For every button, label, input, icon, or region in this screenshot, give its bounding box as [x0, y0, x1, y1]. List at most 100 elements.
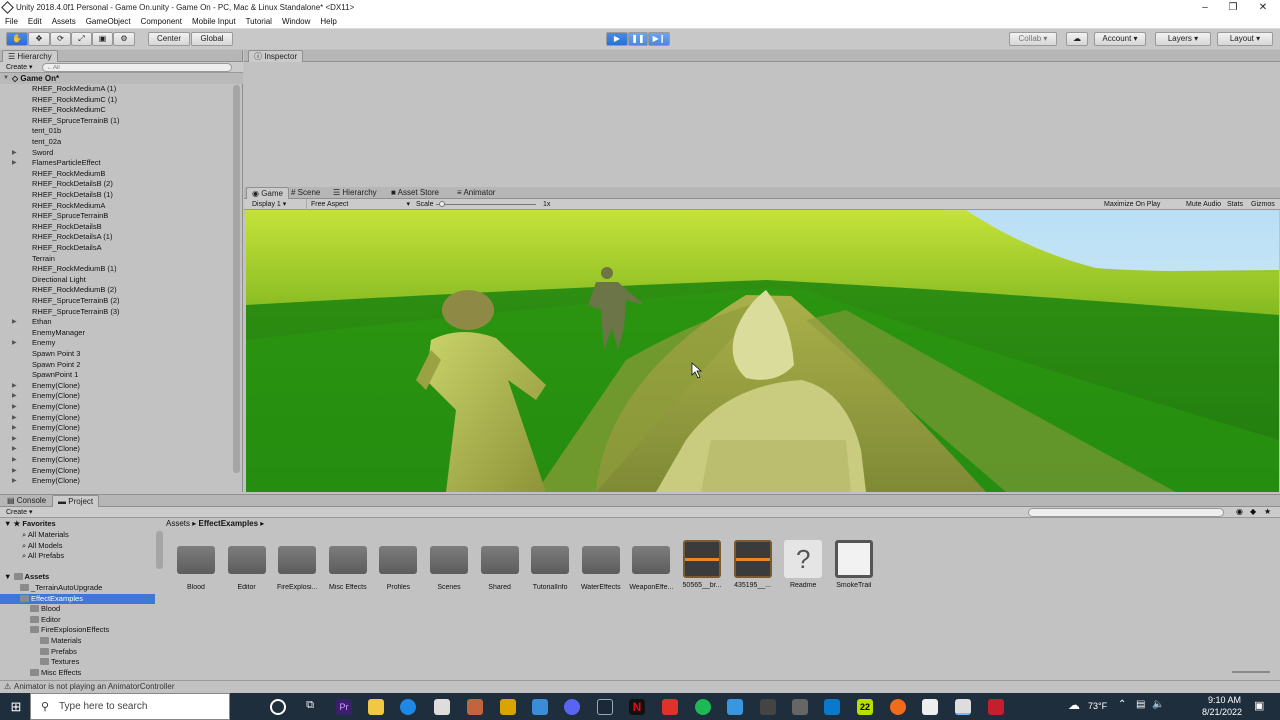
unity-taskbar-icon[interactable] [955, 699, 971, 715]
stats-toggle[interactable]: Stats [1227, 199, 1243, 210]
tree-folder-item[interactable]: Editor [30, 615, 61, 626]
tab-project[interactable]: ▬ Project [52, 495, 100, 507]
hierarchy-item[interactable]: Spawn Point 3 [0, 349, 230, 360]
expand-arrow-icon[interactable]: ▶ [12, 317, 17, 328]
tray-chevron-icon[interactable]: ⌃ [1118, 699, 1126, 710]
asset-item[interactable]: 435195__... [728, 540, 778, 589]
tab-game[interactable]: ◉ Game [246, 187, 289, 199]
scale-slider-thumb[interactable] [439, 201, 445, 207]
pdf-icon[interactable] [662, 699, 678, 715]
hierarchy-item[interactable]: RHEF_RockMediumC [0, 105, 230, 116]
expand-arrow-icon[interactable]: ▶ [12, 455, 17, 466]
expand-arrow-icon[interactable]: ▶ [12, 423, 17, 434]
app-22-icon[interactable]: 22 [857, 699, 873, 715]
hierarchy-item[interactable]: ▶ Enemy(Clone) [0, 391, 230, 402]
hierarchy-item[interactable]: RHEF_RockDetailsA (1) [0, 232, 230, 243]
photos-icon[interactable] [727, 699, 743, 715]
xbox-app-icon[interactable] [467, 699, 483, 715]
pivot-center-toggle[interactable]: Center [148, 32, 190, 46]
pivot-global-toggle[interactable]: Global [191, 32, 233, 46]
menu-gameobject[interactable]: GameObject [81, 15, 136, 28]
hierarchy-item[interactable]: ▶ Enemy(Clone) [0, 476, 230, 487]
hierarchy-item[interactable]: RHEF_RockMediumB (2) [0, 285, 230, 296]
hierarchy-item[interactable]: RHEF_RockMediumC (1) [0, 95, 230, 106]
expand-arrow-icon[interactable]: ▶ [12, 381, 17, 392]
aspect-dropdown[interactable]: Free Aspect ▾ [306, 199, 410, 210]
asset-item[interactable]: Scenes [424, 540, 474, 591]
hierarchy-item[interactable]: ▶ Enemy(Clone) [0, 413, 230, 424]
maximize-button[interactable]: ❐ [1218, 0, 1248, 15]
edge-icon[interactable] [400, 699, 416, 715]
unity-hub-icon[interactable] [792, 699, 808, 715]
project-create-button[interactable]: Create ▾ [6, 508, 32, 516]
menu-component[interactable]: Component [136, 15, 187, 28]
assets-collapse-icon[interactable]: ▼ [4, 572, 11, 581]
asset-item[interactable]: 50565__br... [677, 540, 727, 589]
hierarchy-item[interactable]: RHEF_SpruceTerrainB (2) [0, 296, 230, 307]
favorites-header[interactable]: ▼ ★ Favorites [4, 519, 56, 530]
menu-file[interactable]: File [0, 15, 23, 28]
cortana-icon[interactable] [270, 699, 286, 715]
hierarchy-item[interactable]: ▶ Enemy(Clone) [0, 402, 230, 413]
hierarchy-item[interactable]: EnemyManager [0, 328, 230, 339]
hierarchy-item[interactable]: RHEF_SpruceTerrainB (1) [0, 116, 230, 127]
roblox-icon[interactable] [922, 699, 938, 715]
netflix-icon[interactable]: N [629, 699, 645, 715]
volume-icon[interactable]: 🔈 [1152, 699, 1164, 710]
tab-console[interactable]: ▤ Console [2, 495, 51, 507]
tree-folder-item[interactable]: EffectExamples [0, 593, 155, 605]
mute-audio-toggle[interactable]: Mute Audio [1186, 199, 1221, 210]
icon-size-slider[interactable] [1232, 671, 1270, 673]
hierarchy-item[interactable]: tent_02a [0, 137, 230, 148]
scale-slider[interactable] [436, 204, 536, 205]
store-icon[interactable] [434, 699, 450, 715]
assets-header[interactable]: ▼ Assets [4, 572, 49, 583]
weather-icon[interactable]: ☁ [1068, 698, 1080, 712]
clock-time[interactable]: 9:10 AM [1208, 695, 1241, 705]
hierarchy-item[interactable]: RHEF_RockDetailsB (1) [0, 190, 230, 201]
hierarchy-item[interactable]: ▶ Enemy [0, 338, 230, 349]
hierarchy-scrollbar[interactable] [233, 85, 240, 473]
menu-edit[interactable]: Edit [23, 15, 47, 28]
menu-mobile-input[interactable]: Mobile Input [187, 15, 241, 28]
expand-arrow-icon[interactable]: ▶ [12, 476, 17, 487]
favorites-item[interactable]: ⌕ All Prefabs [22, 551, 64, 562]
breadcrumb-effectexamples[interactable]: EffectExamples [198, 519, 258, 528]
display-dropdown[interactable]: Display 1 ▾ [252, 199, 286, 210]
origin-icon[interactable] [890, 699, 906, 715]
hierarchy-item[interactable]: Terrain [0, 254, 230, 265]
tab-hierarchy-2[interactable]: ☰ Hierarchy [328, 187, 382, 199]
hand-tool-icon[interactable]: ✋ [6, 32, 28, 46]
breadcrumb-assets[interactable]: Assets [166, 519, 190, 528]
folder-icon[interactable] [500, 699, 516, 715]
asset-item[interactable]: WeaponEffe... [626, 540, 676, 591]
close-button[interactable]: ✕ [1248, 0, 1278, 15]
favorites-item[interactable]: ⌕ All Models [22, 541, 62, 552]
minimize-button[interactable]: – [1190, 0, 1220, 15]
hierarchy-item[interactable]: ▶ Enemy(Clone) [0, 444, 230, 455]
account-dropdown[interactable]: Account ▾ [1094, 32, 1146, 46]
hierarchy-item[interactable]: ▶ Enemy(Clone) [0, 434, 230, 445]
hierarchy-item[interactable]: tent_01b [0, 126, 230, 137]
expand-arrow-icon[interactable]: ▶ [12, 413, 17, 424]
file-explorer-icon[interactable] [368, 699, 384, 715]
notification-icon[interactable]: ▣ [1254, 699, 1264, 712]
hierarchy-item[interactable]: RHEF_RockDetailsA [0, 243, 230, 254]
project-search-input[interactable] [1028, 508, 1224, 517]
hierarchy-item[interactable]: RHEF_RockMediumB (1) [0, 264, 230, 275]
star-icon[interactable]: ★ [1264, 507, 1271, 516]
hierarchy-item[interactable]: ▶ FlamesParticleEffect [0, 158, 230, 169]
hierarchy-item[interactable]: RHEF_SpruceTerrainB (3) [0, 307, 230, 318]
tab-scene[interactable]: # Scene [286, 187, 325, 199]
tree-folder-item[interactable]: Prefabs [40, 647, 77, 658]
task-view-icon[interactable]: ⧉ [302, 699, 318, 715]
tree-folder-item[interactable]: Materials [40, 636, 81, 647]
menu-help[interactable]: Help [315, 15, 341, 28]
tree-scrollbar[interactable] [156, 531, 163, 569]
menu-tutorial[interactable]: Tutorial [241, 15, 277, 28]
asset-item[interactable]: Misc Effects [323, 540, 373, 591]
tab-hierarchy[interactable]: ☰ Hierarchy [2, 50, 58, 62]
premiere-icon[interactable]: Pr [336, 699, 352, 715]
tree-folder-item[interactable]: Textures [40, 657, 79, 668]
expand-arrow-icon[interactable]: ▶ [12, 466, 17, 477]
